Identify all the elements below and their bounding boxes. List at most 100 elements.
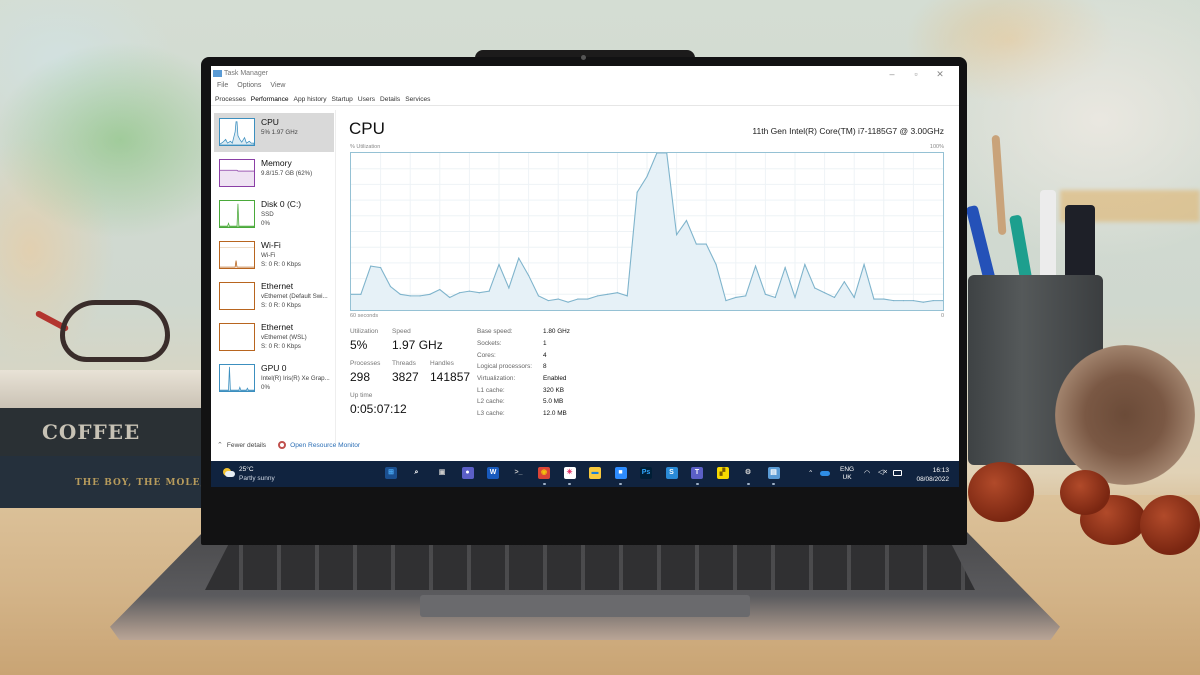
menu-file[interactable]: File — [217, 82, 228, 89]
speed-label: Speed — [392, 328, 411, 335]
cpu-data-point — [695, 243, 697, 245]
memory-thumbnail-graph — [219, 159, 255, 187]
cpu-data-point — [419, 295, 421, 297]
cpu-data-point — [389, 285, 392, 288]
minimize-button[interactable]: – — [881, 68, 903, 80]
teams-chat-icon[interactable]: ● — [461, 467, 474, 479]
chestnut — [1140, 495, 1200, 555]
sidebar-title: CPU — [261, 117, 279, 127]
handles-value: 141857 — [430, 370, 471, 384]
tab-processes[interactable]: Processes — [214, 95, 247, 104]
task-manager-icon[interactable]: ▤ — [767, 467, 780, 479]
tab-startup[interactable]: Startup — [331, 95, 354, 104]
sidebar-subtitle: Wi-Fi — [261, 252, 276, 259]
system-clock[interactable]: 16:13 08/08/2022 — [916, 466, 949, 484]
language-indicator[interactable]: ENG UK — [840, 466, 854, 482]
cpu-data-point — [597, 295, 599, 297]
spec-value: Enabled — [543, 375, 567, 382]
sidebar-subtitle: 5% 1.97 GHz — [261, 129, 298, 136]
slack-icon[interactable]: ✳ — [563, 467, 576, 479]
ethernet-thumbnail-graph — [219, 323, 255, 351]
menu-options[interactable]: Options — [237, 82, 261, 89]
resource-sidebar: CPU 5% 1.97 GHz Memory 9.8/15.7 GB (62%)… — [214, 113, 334, 400]
sidebar-item-memory[interactable]: Memory 9.8/15.7 GB (62%) — [214, 154, 334, 193]
terminal-icon[interactable]: >_ — [513, 467, 525, 479]
book-top — [0, 370, 210, 410]
photoshop-icon[interactable]: Ps — [640, 467, 652, 479]
weather-temperature[interactable]: 25°C — [239, 466, 254, 473]
spec-label: Cores: — [477, 352, 496, 359]
utilization-value: 5% — [350, 338, 368, 352]
sidebar-item-gpu[interactable]: GPU 0 Intel(R) Iris(R) Xe Grap... 0% — [214, 359, 334, 398]
sidebar-divider — [335, 110, 336, 445]
cpu-data-point — [843, 281, 845, 283]
task-view-icon[interactable]: ▣ — [436, 467, 448, 479]
cpu-data-point — [606, 293, 609, 295]
volume-muted-icon[interactable]: ◁× — [878, 468, 887, 476]
spec-label: Virtualization: — [477, 375, 516, 382]
sidebar-subtitle: 0% — [261, 220, 270, 227]
chestnut — [1060, 470, 1110, 515]
close-button[interactable]: ✕ — [929, 68, 951, 80]
teams-icon[interactable]: T — [691, 467, 703, 479]
tab-app-history[interactable]: App history — [293, 95, 328, 104]
battery-icon[interactable] — [893, 470, 902, 476]
tab-users[interactable]: Users — [357, 95, 376, 104]
search-icon[interactable]: ⌕ — [411, 467, 423, 479]
word-icon[interactable]: W — [487, 467, 499, 479]
cpu-data-point — [676, 234, 678, 236]
cpu-data-point — [636, 191, 638, 193]
maximize-button[interactable]: ▫ — [905, 68, 927, 80]
sidebar-subtitle: S: 0 R: 0 Kbps — [261, 343, 301, 350]
tab-performance[interactable]: Performance — [250, 95, 290, 104]
file-explorer-icon[interactable]: ▬ — [589, 467, 601, 479]
uptime-value: 0:05:07:12 — [350, 402, 407, 416]
keyboard-region: UK — [842, 474, 852, 481]
sidebar-item-ethernet-default-switch[interactable]: Ethernet vEthernet (Default Swi... S: 0 … — [214, 277, 334, 316]
chrome-icon[interactable]: ◉ — [538, 467, 550, 479]
wifi-icon[interactable]: ◠ — [864, 469, 870, 477]
language-code: ENG — [840, 466, 855, 473]
weather-condition[interactable]: Partly sunny — [239, 475, 275, 482]
zoom-icon[interactable]: ■ — [614, 467, 627, 479]
cpu-data-point — [774, 296, 776, 299]
snagit-icon[interactable]: S — [665, 467, 678, 479]
window-title: Task Manager — [224, 70, 268, 77]
cpu-data-point — [705, 243, 707, 245]
sidebar-item-wifi[interactable]: Wi-Fi Wi-Fi S: 0 R: 0 Kbps — [214, 236, 334, 275]
cpu-data-point — [893, 299, 895, 302]
cpu-data-point — [478, 292, 480, 294]
start-icon[interactable]: ⊞ — [385, 467, 397, 479]
spec-value: 1.80 GHz — [543, 328, 570, 335]
tab-services[interactable]: Services — [404, 95, 431, 104]
menu-view[interactable]: View — [270, 82, 285, 89]
fewer-details-button[interactable]: Fewer details — [227, 442, 266, 449]
sidebar-item-cpu[interactable]: CPU 5% 1.97 GHz — [214, 113, 334, 152]
onedrive-icon[interactable] — [820, 471, 830, 476]
cpu-data-point — [626, 295, 628, 297]
cpu-data-point — [754, 265, 757, 267]
disk-thumbnail-graph — [219, 200, 255, 228]
speed-value: 1.97 GHz — [392, 338, 443, 352]
cpu-data-point — [488, 290, 490, 292]
spec-label: L1 cache: — [477, 387, 505, 394]
cpu-data-point — [735, 296, 737, 299]
pencil — [991, 134, 1007, 236]
task-manager-window: Task Manager – ▫ ✕ File Options View Pro… — [211, 66, 959, 487]
sidebar-item-ethernet-wsl[interactable]: Ethernet vEthernet (WSL) S: 0 R: 0 Kbps — [214, 318, 334, 357]
sidebar-title: Disk 0 (C:) — [261, 199, 302, 209]
partly-sunny-icon[interactable] — [222, 468, 235, 478]
tab-details[interactable]: Details — [379, 95, 401, 104]
sidebar-subtitle: S: 0 R: 0 Kbps — [261, 261, 301, 268]
cpu-data-point — [577, 298, 579, 300]
settings-icon[interactable]: ⚙ — [742, 467, 754, 479]
spec-label: L3 cache: — [477, 410, 505, 417]
sidebar-item-disk[interactable]: Disk 0 (C:) SSD 0% — [214, 195, 334, 234]
running-indicator — [772, 483, 775, 485]
tray-overflow-chevron-icon[interactable]: ⌃ — [808, 469, 813, 477]
sticky-notes-icon[interactable]: ▞ — [716, 467, 729, 479]
threads-value: 3827 — [392, 370, 419, 384]
open-resource-monitor-link[interactable]: Open Resource Monitor — [290, 442, 360, 449]
cpu-data-point — [380, 267, 382, 269]
cpu-data-point — [557, 298, 559, 300]
